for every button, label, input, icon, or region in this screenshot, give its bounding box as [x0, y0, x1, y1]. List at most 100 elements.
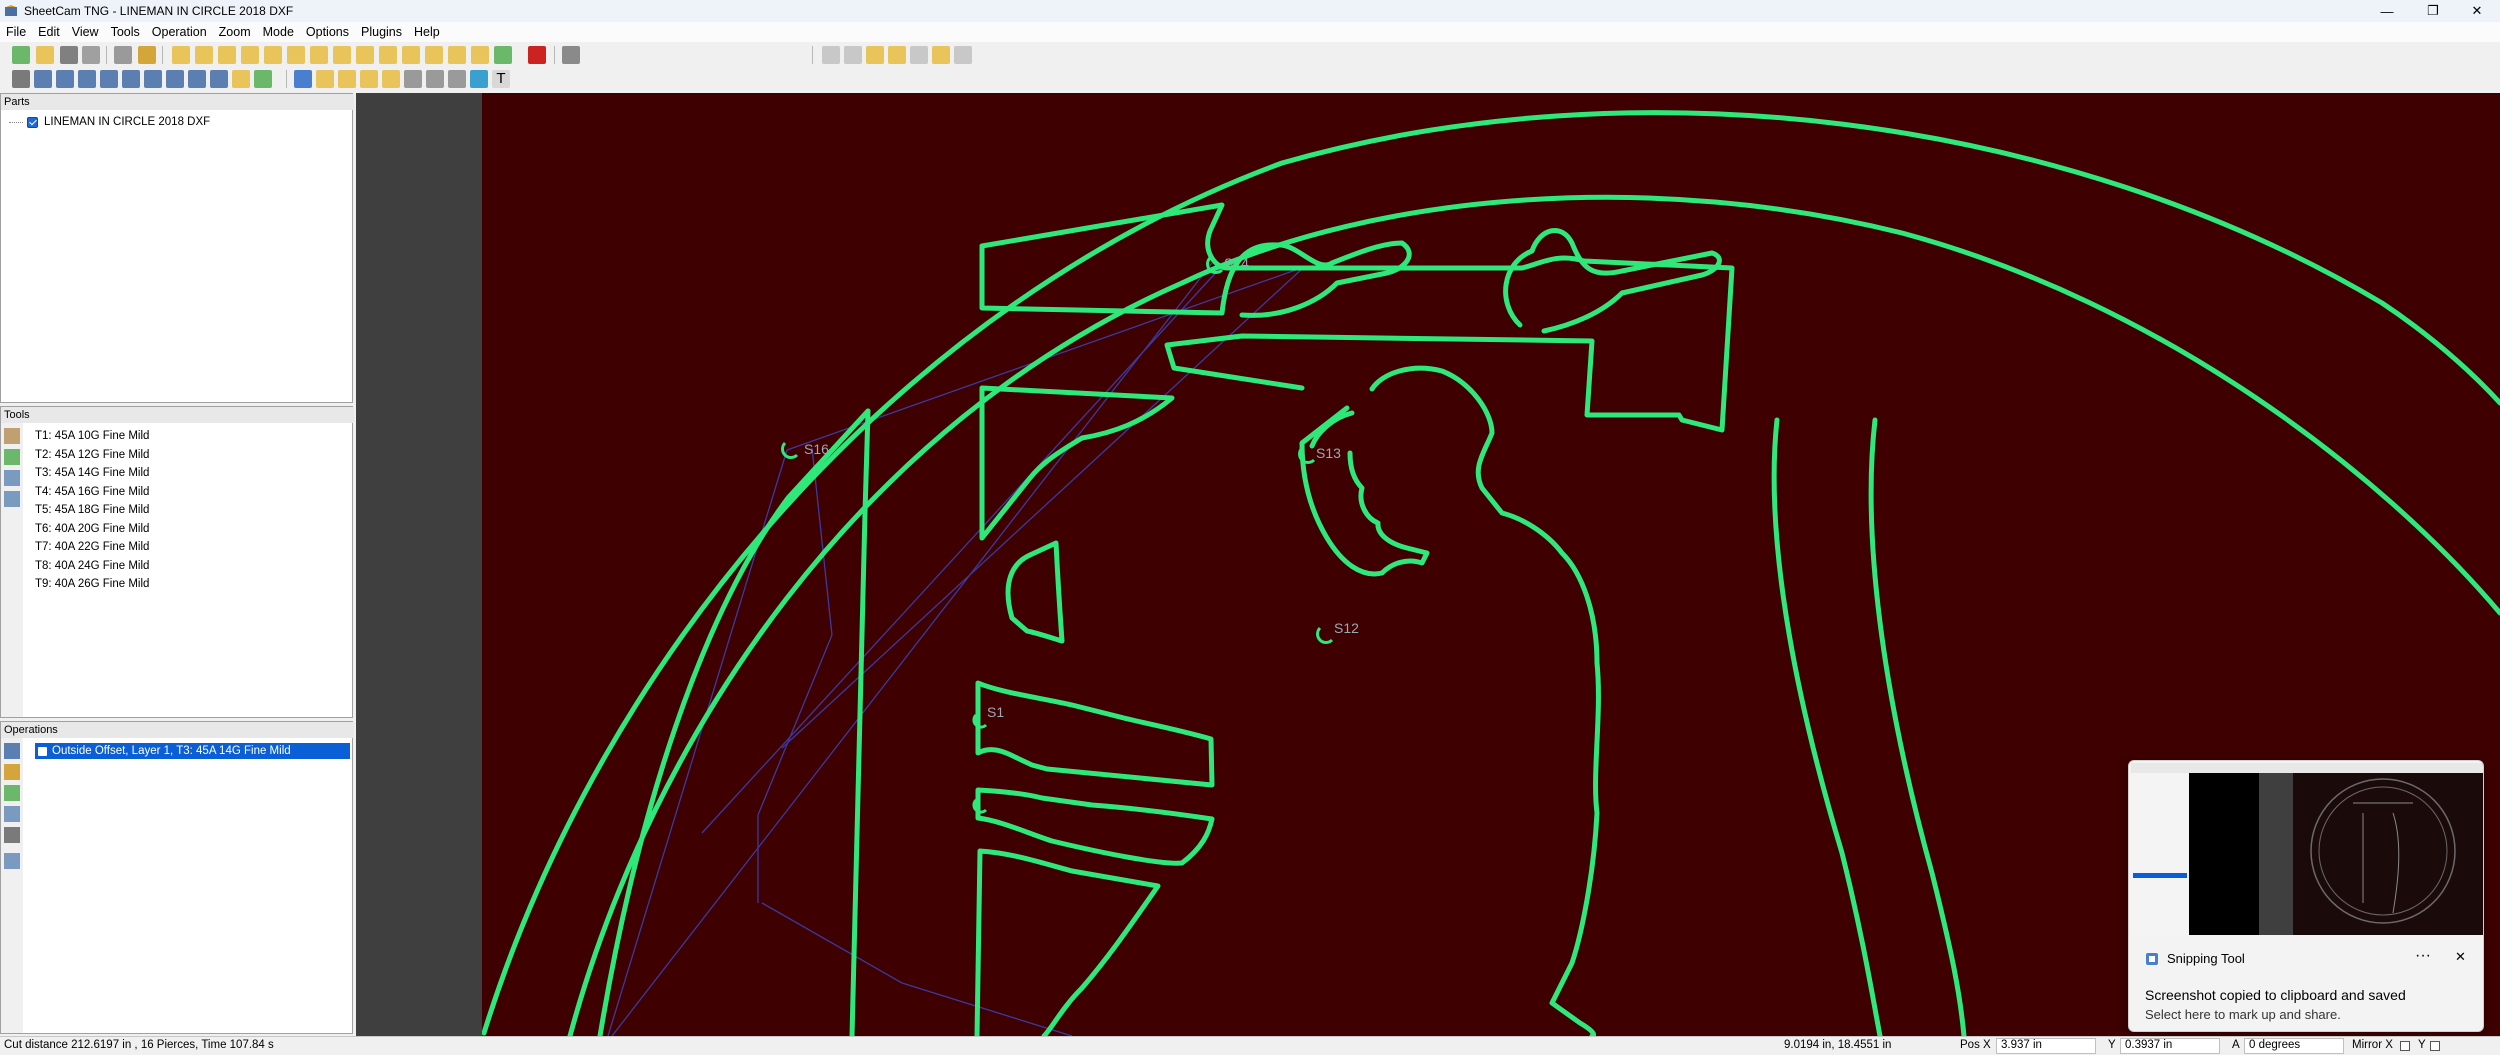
- maximize-button[interactable]: ❐: [2410, 0, 2456, 22]
- lead-out-icon[interactable]: [382, 70, 400, 88]
- lead-in-icon[interactable]: [360, 70, 378, 88]
- operation-11-icon[interactable]: [402, 46, 420, 64]
- mirror-x-checkbox[interactable]: [2400, 1041, 2410, 1051]
- pos-x-input[interactable]: 3.937 in: [1996, 1038, 2096, 1054]
- close-button[interactable]: ✕: [2454, 0, 2500, 22]
- text-tool-icon[interactable]: T: [492, 70, 510, 88]
- zoom-selection-icon[interactable]: [954, 46, 972, 64]
- zoom-out-icon[interactable]: [844, 46, 862, 64]
- contour-icon[interactable]: [122, 70, 140, 88]
- operation-8-icon[interactable]: [333, 46, 351, 64]
- text-box-icon[interactable]: [188, 70, 206, 88]
- cut-path-icon[interactable]: [338, 70, 356, 88]
- operation-6-icon[interactable]: [287, 46, 305, 64]
- operation-12-icon[interactable]: [425, 46, 443, 64]
- undo-icon[interactable]: [562, 46, 580, 64]
- menu-plugins[interactable]: Plugins: [355, 25, 408, 39]
- operation-up-icon[interactable]: [4, 743, 20, 759]
- tool-item-t9[interactable]: T9: 40A 26G Fine Mild: [35, 575, 149, 593]
- start-point-icon[interactable]: [232, 70, 250, 88]
- measure-icon[interactable]: [426, 70, 444, 88]
- add-tool-icon[interactable]: [4, 428, 20, 444]
- toast-app-row: Snipping Tool: [2145, 951, 2245, 966]
- mirror-y-checkbox[interactable]: [2430, 1041, 2440, 1051]
- delete-operation-icon[interactable]: [528, 46, 546, 64]
- menu-file[interactable]: File: [0, 25, 32, 39]
- path-icon[interactable]: [100, 70, 118, 88]
- operation-2-icon[interactable]: [195, 46, 213, 64]
- label-s12: S12: [1334, 620, 1359, 636]
- tool-item-t7[interactable]: T7: 40A 22G Fine Mild: [35, 538, 149, 556]
- operation-7-icon[interactable]: [310, 46, 328, 64]
- zoom-all-icon[interactable]: [910, 46, 928, 64]
- tool-list-icon[interactable]: [4, 491, 20, 507]
- operation-item[interactable]: Outside Offset, Layer 1, T3: 45A 14G Fin…: [35, 743, 350, 759]
- calculator-icon[interactable]: [114, 46, 132, 64]
- operation-14-icon[interactable]: [471, 46, 489, 64]
- operation-edit-icon[interactable]: [4, 806, 20, 822]
- angle-input[interactable]: 0 degrees: [2244, 1038, 2344, 1054]
- crosshair-icon[interactable]: [404, 70, 422, 88]
- toast-more-button[interactable]: ···: [2415, 947, 2431, 965]
- new-job-icon[interactable]: [12, 46, 30, 64]
- grid-icon[interactable]: [210, 70, 228, 88]
- toast-close-button[interactable]: ✕: [2455, 949, 2466, 965]
- print-icon[interactable]: [82, 46, 100, 64]
- flag-icon[interactable]: [254, 70, 272, 88]
- table-icon[interactable]: [56, 70, 74, 88]
- operation-9-icon[interactable]: [356, 46, 374, 64]
- menu-tools[interactable]: Tools: [105, 25, 146, 39]
- pos-x-label: Pos X: [1960, 1039, 1991, 1051]
- zoom-extents-icon[interactable]: [888, 46, 906, 64]
- menu-zoom[interactable]: Zoom: [213, 25, 257, 39]
- post-process-icon[interactable]: [138, 46, 156, 64]
- operation-table-icon[interactable]: [4, 853, 20, 869]
- minimize-button[interactable]: —: [2364, 0, 2410, 22]
- tool-item-t2[interactable]: T2: 45A 12G Fine Mild: [35, 446, 149, 464]
- operation-4-icon[interactable]: [241, 46, 259, 64]
- operation-drill-icon[interactable]: [4, 827, 20, 843]
- save-job-icon[interactable]: [60, 46, 78, 64]
- menu-help[interactable]: Help: [408, 25, 446, 39]
- operation-add-icon[interactable]: [4, 785, 20, 801]
- list-icon[interactable]: [78, 70, 96, 88]
- snipping-tool-notification[interactable]: Snipping Tool ··· ✕ Screenshot copied to…: [2128, 760, 2484, 1032]
- select-cursor-icon[interactable]: [294, 70, 312, 88]
- layers-icon[interactable]: [34, 70, 52, 88]
- part-checkbox[interactable]: [27, 116, 38, 128]
- scissors-icon[interactable]: [12, 70, 30, 88]
- menu-view[interactable]: View: [66, 25, 105, 39]
- tool-table-icon[interactable]: [4, 470, 20, 486]
- screenshot-thumbnail[interactable]: [2131, 763, 2483, 935]
- operation-1-icon[interactable]: [172, 46, 190, 64]
- tool-item-t1[interactable]: T1: 45A 10G Fine Mild: [35, 427, 149, 445]
- menu-operation[interactable]: Operation: [146, 25, 213, 39]
- operation-5-icon[interactable]: [264, 46, 282, 64]
- arrow-icon[interactable]: [166, 70, 184, 88]
- tool-item-t8[interactable]: T8: 40A 24G Fine Mild: [35, 557, 149, 575]
- tool-item-t6[interactable]: T6: 40A 20G Fine Mild: [35, 520, 149, 538]
- new-tool-icon[interactable]: [4, 449, 20, 465]
- open-job-icon[interactable]: [36, 46, 54, 64]
- tool-item-t4[interactable]: T4: 45A 16G Fine Mild: [35, 483, 149, 501]
- tool-item-t5[interactable]: T5: 45A 18G Fine Mild: [35, 501, 149, 519]
- zoom-window-icon[interactable]: [866, 46, 884, 64]
- node-icon[interactable]: [144, 70, 162, 88]
- menu-mode[interactable]: Mode: [257, 25, 300, 39]
- tool-item-t3[interactable]: T3: 45A 14G Fine Mild: [35, 464, 149, 482]
- rectangle-icon[interactable]: [448, 70, 466, 88]
- operation-13-icon[interactable]: [448, 46, 466, 64]
- operation-checkbox[interactable]: [37, 745, 48, 757]
- lightning-icon[interactable]: [470, 70, 488, 88]
- zoom-previous-icon[interactable]: [932, 46, 950, 64]
- operation-tool-icon[interactable]: [4, 764, 20, 780]
- pos-y-input[interactable]: 0.3937 in: [2120, 1038, 2220, 1054]
- operation-10-icon[interactable]: [379, 46, 397, 64]
- menu-options[interactable]: Options: [300, 25, 355, 39]
- select-node-icon[interactable]: [316, 70, 334, 88]
- parts-item[interactable]: LINEMAN IN CIRCLE 2018 DXF: [9, 116, 210, 128]
- operation-15-icon[interactable]: [494, 46, 512, 64]
- zoom-in-icon[interactable]: [822, 46, 840, 64]
- menu-edit[interactable]: Edit: [32, 25, 66, 39]
- operation-3-icon[interactable]: [218, 46, 236, 64]
